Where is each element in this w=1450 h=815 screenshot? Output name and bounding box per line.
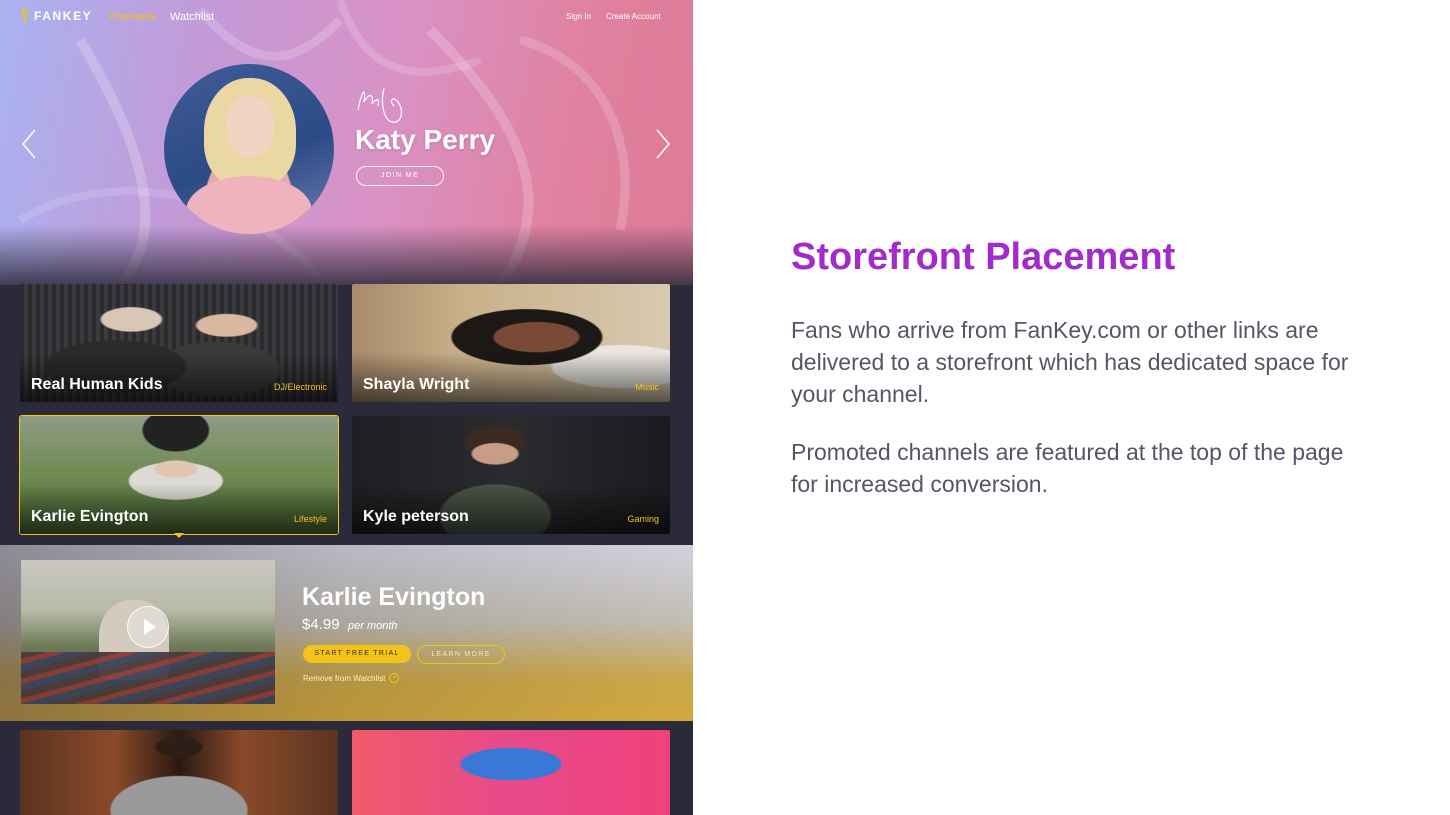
subscription-price: $4.99	[302, 616, 340, 633]
channel-card-partial-2[interactable]	[352, 730, 670, 815]
channel-name: Kyle peterson	[363, 508, 469, 525]
carousel-next-button[interactable]	[654, 128, 672, 160]
channel-card-real-human-kids[interactable]: Real Human Kids DJ/Electronic	[20, 284, 338, 402]
channel-thumbnail	[352, 730, 670, 815]
detail-channel-name: Karlie Evington	[302, 583, 486, 611]
fankey-storefront-screenshot: FANKEY Channels Watchlist Sign In Create…	[0, 0, 693, 815]
chevron-left-icon	[21, 129, 36, 159]
channel-card-partial-1[interactable]	[20, 730, 338, 815]
video-foreground	[21, 652, 275, 704]
top-navigation-bar: FANKEY Channels Watchlist Sign In Create…	[0, 0, 693, 34]
nav-channels[interactable]: Channels	[109, 11, 155, 23]
carousel-prev-button[interactable]	[20, 128, 38, 160]
play-icon[interactable]	[127, 606, 169, 648]
channel-name: Shayla Wright	[363, 376, 470, 393]
nav-watchlist[interactable]: Watchlist	[170, 11, 214, 23]
channel-name: Real Human Kids	[31, 376, 163, 393]
channel-category: Music	[635, 382, 659, 392]
featured-artist-name: Katy Perry	[355, 124, 496, 155]
fankey-logo[interactable]: FANKEY	[20, 8, 92, 23]
channel-preview-video[interactable]	[21, 560, 275, 704]
create-account-link[interactable]: Create Account	[606, 12, 661, 21]
price-period: per month	[348, 620, 398, 632]
featured-artist-avatar[interactable]	[164, 64, 334, 234]
signature-background-graphic	[17, 0, 630, 285]
channel-detail-panel: Karlie Evington $4.99 per month START FR…	[0, 545, 693, 721]
start-free-trial-button[interactable]: START FREE TRIAL	[303, 645, 411, 663]
slide-heading: Storefront Placement	[791, 236, 1176, 278]
artist-signature-image	[357, 87, 402, 123]
avatar-face	[226, 96, 274, 158]
brand-name: FANKEY	[34, 8, 93, 23]
remove-from-watchlist-link[interactable]: Remove from Watchlist ×	[303, 673, 400, 683]
slide-paragraph-2: Promoted channels are featured at the to…	[791, 439, 1344, 497]
channel-card-kyle-peterson[interactable]: Kyle peterson Gaming	[352, 416, 670, 534]
learn-more-button[interactable]: LEARN MORE	[417, 645, 505, 664]
remove-link-label: Remove from Watchlist	[303, 673, 386, 683]
channel-category: Lifestyle	[293, 514, 327, 524]
key-icon	[21, 8, 28, 22]
sign-in-link[interactable]: Sign In	[566, 12, 591, 21]
slide-paragraph-1: Fans who arrive from FanKey.com or other…	[791, 317, 1349, 407]
channel-name: Karlie Evington	[31, 508, 149, 525]
channel-card-shayla-wright[interactable]: Shayla Wright Music	[352, 284, 670, 402]
channel-card-karlie-evington[interactable]: Karlie Evington Lifestyle	[19, 415, 339, 535]
chevron-right-icon	[656, 129, 671, 159]
featured-hero-banner: FANKEY Channels Watchlist Sign In Create…	[0, 0, 693, 285]
channel-category: Gaming	[627, 514, 659, 524]
channel-thumbnail	[20, 730, 338, 815]
close-circle-icon: ×	[389, 673, 400, 683]
join-me-button[interactable]: JOIN ME	[356, 166, 444, 186]
channel-category: DJ/Electronic	[273, 382, 327, 392]
avatar-clothing	[186, 176, 312, 234]
selected-card-pointer	[174, 533, 184, 538]
